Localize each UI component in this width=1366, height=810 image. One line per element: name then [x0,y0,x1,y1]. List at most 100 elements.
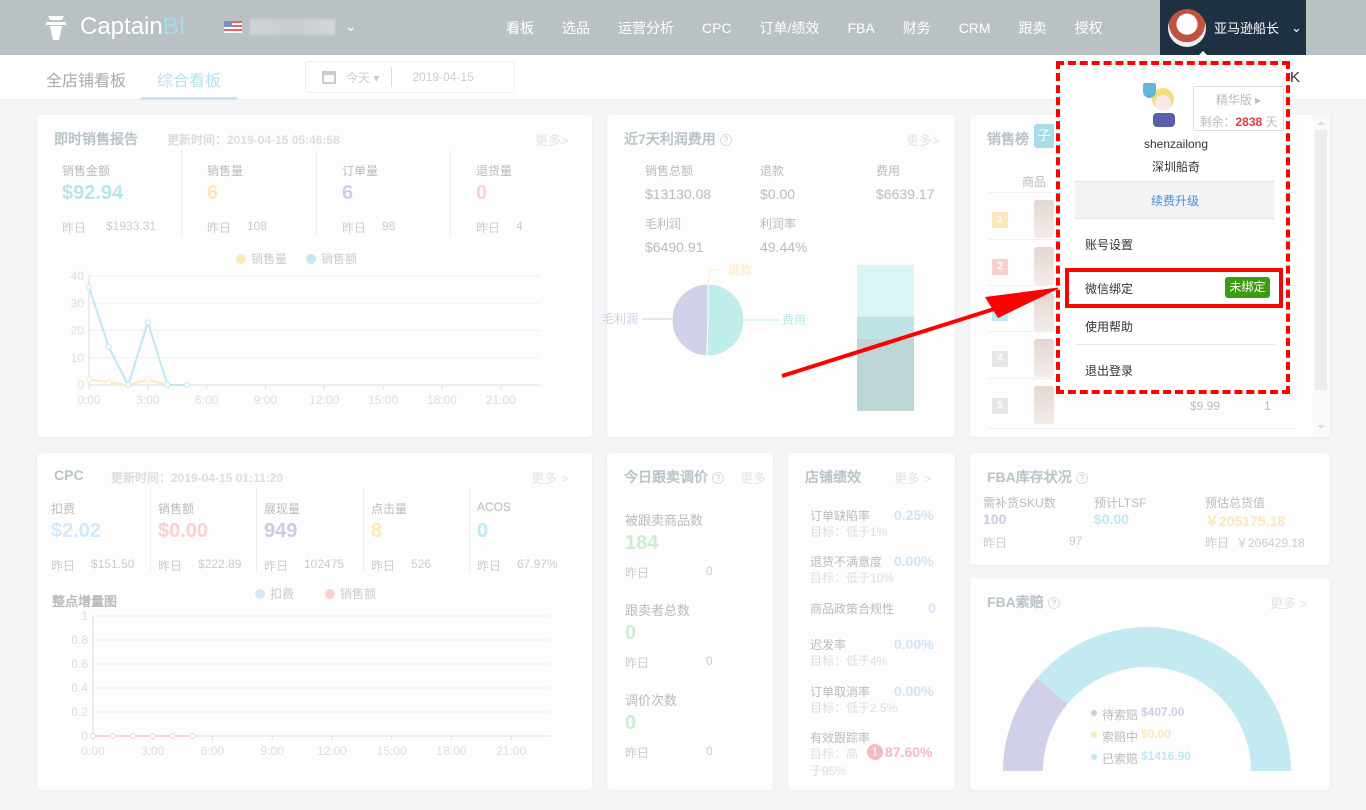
yesterday-label: 昨日 [264,559,289,573]
data-point [144,319,151,326]
scroll-up-arrow[interactable] [1317,117,1325,125]
yesterday-value: $151.50 [91,557,135,571]
rank-number: 3 [992,305,1008,321]
x-tick-label: 6:00 [195,393,219,407]
rank-number: 1 [992,212,1008,228]
divider [181,150,182,236]
follow-label: 跟卖者总数 [625,603,691,618]
yesterday-value: 4 [516,219,523,233]
help-icon[interactable]: ? [1047,597,1060,610]
yesterday-label: 昨日 [477,559,502,573]
profit-pie-chart: 退款费用 毛利润 [602,263,806,357]
series-line-1 [88,286,188,388]
partial-text: K [1290,69,1301,86]
ranking-tab[interactable]: 子 [1034,124,1054,148]
calendar-icon [322,70,336,84]
x-tick-label: 0:00 [77,393,101,407]
us-flag-icon [224,20,242,33]
more-link[interactable]: 更多 > [894,468,931,487]
pie-label-profit: 毛利润 [602,312,638,326]
data-point [90,733,96,739]
cpc-metric-value: $0.00 [158,520,209,542]
yesterday-label: 昨日 [1205,536,1230,550]
yesterday-label: 昨日 [625,656,650,670]
rank-number: 2 [992,259,1008,275]
profit-label: 毛利润 [645,217,682,231]
metric-label: 订单量 [342,164,379,178]
nav-item-auth[interactable]: 授权 [1075,18,1103,38]
active-tab-underline [141,97,237,100]
cpc-metric-label: 展现量 [264,502,301,516]
data-point [164,382,171,388]
nav-item-follow-sell[interactable]: 跟卖 [1019,18,1047,38]
profit-title-text: 近7天利润费用 [624,131,716,147]
nav-item-cpc[interactable]: CPC [702,20,732,36]
metric-label: 退货量 [476,164,513,178]
cpc-metric-label: 点击量 [371,502,408,516]
more-link[interactable]: 更多> [535,130,569,149]
y-tick-label: 1 [81,609,88,623]
stacked-bar-segment [857,265,914,317]
legend-marker [325,589,335,599]
nav-item-finance[interactable]: 财务 [903,18,931,38]
scroll-thumb[interactable] [1315,130,1327,390]
help-icon[interactable]: ? [719,134,732,147]
yesterday-value: ￥206429.18 [1236,536,1305,550]
metric-label: 销售量 [207,164,244,178]
date-picker[interactable]: 今天 ▾ 2019-04-15 [305,61,515,93]
x-tick-label: 12:00 [317,744,347,758]
nav-item-dashboard[interactable]: 看板 [506,18,534,38]
profit-stacked-bar [857,265,914,411]
data-point [125,382,132,388]
label-line [707,269,720,285]
nav-item-orders[interactable]: 订单/绩效 [760,18,820,38]
ranking-scrollbar[interactable] [1313,115,1329,435]
cpc-metric-label: ACOS [477,500,512,514]
data-point [105,343,112,350]
yesterday-value: 0 [706,744,713,758]
tab-all-stores[interactable]: 全店铺看板 [46,67,126,91]
legend-marker [255,589,265,599]
yesterday-value: 526 [411,557,432,571]
more-link[interactable]: 更多 > [1270,593,1307,612]
nav-item-fba[interactable]: FBA [847,20,874,36]
divider [150,488,151,572]
perf-value: 0.00% [894,683,934,699]
help-icon[interactable]: ? [712,472,724,485]
claim-legend-value: $1416.90 [1141,749,1192,763]
perf-label: 订单取消率 [810,685,871,699]
yesterday-label: 昨日 [983,536,1008,550]
y-tick-label: 40 [71,269,85,283]
x-tick-label: 3:00 [141,744,165,758]
more-link[interactable]: 更多 [740,468,766,487]
more-link[interactable]: 更多> [906,130,940,149]
nav-item-selection[interactable]: 选品 [562,18,590,38]
follow-value: 0 [625,622,637,644]
divider [391,67,393,87]
metric-label: 销售金额 [62,164,111,178]
perf-target: 目标：低于10% [810,571,895,585]
metric-value: 6 [342,182,354,204]
nav-item-crm[interactable]: CRM [959,20,991,36]
logo-accent: BI [162,13,186,40]
perf-title: 店铺绩效 [805,469,861,485]
user-avatar [1168,8,1206,47]
scroll-down-arrow[interactable] [1317,425,1325,433]
more-link[interactable]: 更多 > [531,468,568,487]
fba-stock-title-text: FBA库存状况 [987,469,1072,485]
profit-label: 费用 [876,164,901,178]
product-thumbnail [1034,339,1054,377]
sales-report-title: 即时销售报告 [54,131,138,147]
tab-overview[interactable]: 综合看板 [157,67,221,91]
captainbi-logo[interactable]: Captain BI [40,12,185,42]
store-selector[interactable]: ⌄ [224,18,357,35]
nav-item-operations[interactable]: 运营分析 [618,18,674,38]
perf-value: 87.60% [885,744,933,760]
user-menu-button[interactable]: 亚马逊船长 ⌄ [1160,0,1306,56]
data-point [86,376,92,383]
data-point [144,376,151,383]
divider [469,488,470,572]
date-range-select[interactable]: 今天 ▾ [346,69,379,86]
help-icon[interactable]: ? [1075,472,1088,485]
claim-legend-label: 待索赔 [1102,708,1139,722]
